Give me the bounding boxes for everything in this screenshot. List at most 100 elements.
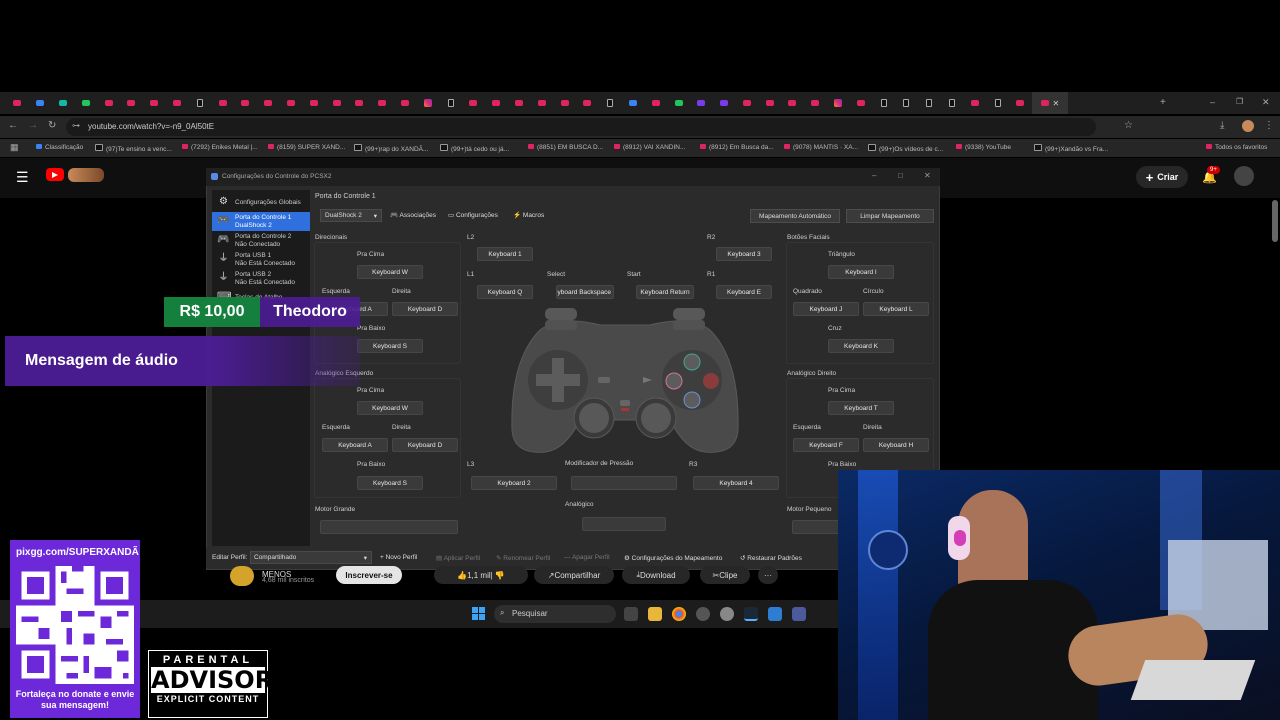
- url-input[interactable]: youtube.com/watch?v=-n9_0Al50tE: [66, 118, 1096, 136]
- browser-tab[interactable]: [302, 92, 325, 114]
- channel-avatar[interactable]: [230, 566, 254, 586]
- browser-tab[interactable]: [758, 92, 781, 114]
- download-icon[interactable]: ⤓: [1220, 120, 1224, 131]
- task-view-icon[interactable]: [624, 607, 638, 621]
- browser-tab[interactable]: [872, 92, 895, 114]
- r2-binding[interactable]: Keyboard 3: [716, 247, 772, 261]
- l2-binding[interactable]: Keyboard 1: [477, 247, 533, 261]
- browser-tab[interactable]: [371, 92, 394, 114]
- bookmark-item[interactable]: (9078) MANTIS · XA...: [784, 144, 858, 151]
- subscribe-button[interactable]: Inscrever-se: [336, 566, 402, 584]
- site-info-icon[interactable]: ⊶: [72, 121, 80, 130]
- browser-tab[interactable]: [508, 92, 531, 114]
- browser-tab[interactable]: [530, 92, 553, 114]
- menu-kebab-icon[interactable]: ⋮: [1264, 120, 1274, 131]
- auto-map-button[interactable]: Mapeamento Automático: [750, 209, 840, 223]
- browser-tab[interactable]: [348, 92, 371, 114]
- macros-tab[interactable]: ⚡ Macros: [513, 211, 544, 219]
- chrome-icon[interactable]: [672, 607, 686, 621]
- browser-tab[interactable]: [74, 92, 97, 114]
- dialog-maximize-icon[interactable]: □: [898, 171, 903, 180]
- browser-tab[interactable]: [1009, 92, 1032, 114]
- browser-tab[interactable]: [6, 92, 29, 114]
- browser-tab[interactable]: [325, 92, 348, 114]
- taskbar-search[interactable]: ⌕ Pesquisar: [494, 605, 616, 623]
- browser-tab[interactable]: [416, 92, 439, 114]
- browser-tab[interactable]: [188, 92, 211, 114]
- l3-binding[interactable]: Keyboard 2: [471, 476, 557, 490]
- bookmark-item[interactable]: (8912) VAI XANDIN...: [614, 144, 685, 151]
- browser-tab[interactable]: [963, 92, 986, 114]
- browser-tab[interactable]: [713, 92, 736, 114]
- bookmark-item[interactable]: (99+)Xandão vs Fra...: [1034, 144, 1108, 153]
- bindings-tab[interactable]: 🎮 Associações: [390, 211, 436, 219]
- delete-profile-button[interactable]: — Apagar Perfil: [564, 554, 610, 561]
- browser-tab[interactable]: [553, 92, 576, 114]
- triangle-binding[interactable]: Keyboard I: [828, 265, 894, 279]
- browser-tab[interactable]: [849, 92, 872, 114]
- browser-tab[interactable]: [576, 92, 599, 114]
- dpad-up-binding[interactable]: Keyboard W: [357, 265, 423, 279]
- r3-binding[interactable]: Keyboard 4: [693, 476, 779, 490]
- ra-left-binding[interactable]: Keyboard F: [793, 438, 859, 452]
- new-profile-button[interactable]: + Novo Perfil: [380, 554, 417, 561]
- browser-tab[interactable]: [120, 92, 143, 114]
- analog-binding[interactable]: [582, 517, 666, 531]
- settings-tab[interactable]: ▭ Configurações: [448, 211, 498, 219]
- controller-type-select[interactable]: DualShock 2 ▾: [320, 209, 382, 222]
- select-binding[interactable]: Keyboard Backspace: [556, 285, 614, 299]
- dialog-close-icon[interactable]: ✕: [924, 171, 931, 180]
- bookmark-item[interactable]: Classificação: [36, 144, 83, 151]
- sidebar-item[interactable]: 🎮 Porta do Controle 1 DualShock 2: [212, 212, 310, 231]
- la-right-binding[interactable]: Keyboard D: [392, 438, 458, 452]
- restore-icon[interactable]: ❐: [1236, 97, 1243, 106]
- browser-tab[interactable]: [211, 92, 234, 114]
- hamburger-menu-icon[interactable]: ☰: [16, 169, 29, 186]
- browser-tab[interactable]: [986, 92, 1009, 114]
- browser-tab[interactable]: ✕: [1031, 92, 1068, 114]
- like-button[interactable]: 👍 1,1 mil | 👎: [434, 566, 528, 584]
- download-button[interactable]: ⤓ Download: [622, 566, 690, 584]
- sidebar-item[interactable]: ⚙ Configurações Globais: [212, 193, 310, 212]
- large-motor-binding[interactable]: [320, 520, 458, 534]
- browser-tab[interactable]: [29, 92, 52, 114]
- bookmark-item[interactable]: (7292) Enikes Metal |...: [182, 144, 258, 151]
- reload-icon[interactable]: ↻: [48, 120, 56, 131]
- browser-tab[interactable]: [781, 92, 804, 114]
- browser-tab[interactable]: [166, 92, 189, 114]
- browser-tab[interactable]: [644, 92, 667, 114]
- pressure-modifier-binding[interactable]: [571, 476, 677, 490]
- user-avatar[interactable]: [1234, 166, 1254, 186]
- browser-tab[interactable]: [143, 92, 166, 114]
- profile-avatar[interactable]: [1242, 120, 1254, 132]
- clip-button[interactable]: ✂ Clipe: [700, 566, 750, 584]
- browser-tab[interactable]: [667, 92, 690, 114]
- browser-tab[interactable]: [622, 92, 645, 114]
- small-motor-binding[interactable]: [792, 520, 840, 534]
- apply-profile-button[interactable]: ▤ Aplicar Perfil: [436, 554, 480, 562]
- pcsx2-taskbar-icon[interactable]: [768, 607, 782, 621]
- bookmark-item[interactable]: (99+)Os vídeos de c...: [868, 144, 943, 153]
- new-tab-icon[interactable]: +: [1160, 97, 1166, 108]
- browser-tab[interactable]: [941, 92, 964, 114]
- browser-tab[interactable]: [599, 92, 622, 114]
- forward-icon[interactable]: →: [28, 120, 38, 131]
- close-window-icon[interactable]: ✕: [1262, 97, 1270, 108]
- bookmark-item[interactable]: (99+)tá cedo ou já...: [440, 144, 509, 153]
- bookmark-item[interactable]: (8159) SUPER XAND...: [268, 144, 345, 151]
- steam-icon[interactable]: [744, 607, 758, 621]
- file-explorer-icon[interactable]: [648, 607, 662, 621]
- la-down-binding[interactable]: Keyboard S: [357, 476, 423, 490]
- dialog-minimize-icon[interactable]: –: [872, 171, 876, 180]
- bookmark-item[interactable]: (99+)rap do XANDÃ...: [354, 144, 428, 153]
- browser-tab[interactable]: [257, 92, 280, 114]
- clear-map-button[interactable]: Limpar Mapeamento: [846, 209, 934, 223]
- browser-tab[interactable]: [234, 92, 257, 114]
- bookmark-item[interactable]: (8912) Em Busca da...: [700, 144, 774, 151]
- browser-tab[interactable]: [97, 92, 120, 114]
- start-binding[interactable]: Keyboard Return: [636, 285, 694, 299]
- browser-tab[interactable]: [895, 92, 918, 114]
- l1-binding[interactable]: Keyboard Q: [477, 285, 533, 299]
- apps-grid-icon[interactable]: ▦: [10, 142, 19, 153]
- sidebar-item[interactable]: ⏚ Porta USB 2 Não Está Conectado: [212, 269, 310, 288]
